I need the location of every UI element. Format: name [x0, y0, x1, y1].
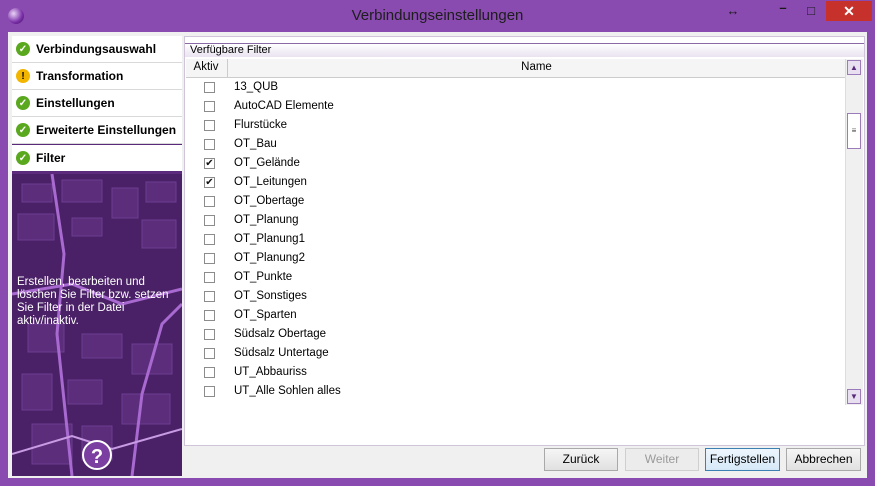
nav-item-label: Filter: [36, 151, 66, 165]
grid-empty-area: [186, 405, 863, 444]
vertical-scrollbar[interactable]: ▲ ≡ ▼: [845, 59, 863, 405]
nav-item-transformation[interactable]: ! Transformation: [12, 63, 182, 90]
group-title: Verfügbare Filter: [185, 43, 864, 57]
title-bar[interactable]: Verbindungseinstellungen ↔ – □ ✕: [0, 0, 875, 32]
nav-item-label: Einstellungen: [36, 96, 115, 110]
table-row[interactable]: OT_Punkte: [186, 268, 845, 287]
filter-rows: 13_QUB AutoCAD Elemente Flurstücke OT_Bau ✔ O…: [186, 78, 845, 398]
finish-button[interactable]: Fertigstellen: [705, 448, 780, 471]
table-row[interactable]: OT_Obertage: [186, 192, 845, 211]
filter-name: Südsalz Untertage: [234, 347, 329, 359]
aktiv-checkbox[interactable]: [204, 215, 215, 226]
help-button[interactable]: ?: [82, 440, 112, 470]
table-row[interactable]: OT_Planung2: [186, 249, 845, 268]
dialog-client: ✓ Verbindungsauswahl ! Transformation ✓ …: [8, 32, 867, 478]
dialog-window: Verbindungseinstellungen ↔ – □ ✕ ✓ Verbi…: [0, 0, 875, 486]
table-row[interactable]: UT_Alle Sohlen alles: [186, 382, 845, 398]
table-row[interactable]: Flurstücke: [186, 116, 845, 135]
table-row[interactable]: OT_Planung1: [186, 230, 845, 249]
filter-name: OT_Planung2: [234, 252, 305, 264]
filter-name: UT_Abbauriss: [234, 366, 307, 378]
table-row[interactable]: OT_Bau: [186, 135, 845, 154]
table-row[interactable]: UT_Abbauriss: [186, 363, 845, 382]
check-circle-icon: ✓: [16, 96, 30, 110]
filter-name: OT_Planung1: [234, 233, 305, 245]
aktiv-checkbox[interactable]: [204, 139, 215, 150]
filter-name: UT_Alle Sohlen alles: [234, 385, 341, 397]
nav-item-filter[interactable]: ✓ Filter: [12, 144, 182, 172]
aktiv-checkbox[interactable]: ✔: [204, 177, 215, 188]
filter-panel: Verfügbare Filter Aktiv Name 13_QUB AutoC…: [184, 36, 865, 446]
nav-item-label: Transformation: [36, 69, 124, 83]
aktiv-checkbox[interactable]: [204, 367, 215, 378]
filter-name: Südsalz Obertage: [234, 328, 327, 340]
column-header-name[interactable]: Name: [228, 61, 845, 73]
filter-name: AutoCAD Elemente: [234, 100, 334, 112]
aktiv-checkbox[interactable]: [204, 234, 215, 245]
aktiv-checkbox[interactable]: [204, 253, 215, 264]
table-row[interactable]: OT_Sparten: [186, 306, 845, 325]
filter-name: OT_Sparten: [234, 309, 297, 321]
table-row[interactable]: 13_QUB: [186, 78, 845, 97]
maximize-button[interactable]: □: [798, 1, 824, 21]
filter-name: OT_Leitungen: [234, 176, 307, 188]
step-description: Erstellen, bearbeiten und löschen Sie Fi…: [17, 276, 169, 327]
back-button[interactable]: Zurück: [544, 448, 618, 471]
close-button[interactable]: ✕: [826, 1, 872, 21]
nav-item-einstellungen[interactable]: ✓ Einstellungen: [12, 90, 182, 117]
check-circle-icon: ✓: [16, 42, 30, 56]
filter-name: OT_Obertage: [234, 195, 305, 207]
table-row[interactable]: ✔ OT_Leitungen: [186, 173, 845, 192]
table-row[interactable]: AutoCAD Elemente: [186, 97, 845, 116]
filter-name: OT_Punkte: [234, 271, 293, 283]
nav-item-verbindungsauswahl[interactable]: ✓ Verbindungsauswahl: [12, 36, 182, 63]
aktiv-checkbox[interactable]: [204, 310, 215, 321]
filter-name: OT_Gelände: [234, 157, 300, 169]
warning-circle-icon: !: [16, 69, 30, 83]
aktiv-checkbox[interactable]: [204, 291, 215, 302]
column-header-aktiv[interactable]: Aktiv: [186, 61, 226, 73]
filter-name: Flurstücke: [234, 119, 288, 131]
minimize-button[interactable]: –: [770, 0, 796, 18]
table-row[interactable]: ✔ OT_Gelände: [186, 154, 845, 173]
filter-name: OT_Planung: [234, 214, 299, 226]
filter-name: 13_QUB: [234, 81, 279, 93]
wizard-steps: ✓ Verbindungsauswahl ! Transformation ✓ …: [12, 36, 182, 174]
table-row[interactable]: OT_Sonstiges: [186, 287, 845, 306]
aktiv-checkbox[interactable]: [204, 329, 215, 340]
nav-item-label: Erweiterte Einstellungen: [36, 123, 177, 137]
check-circle-icon: ✓: [16, 123, 30, 137]
wizard-side-panel: ✓ Verbindungsauswahl ! Transformation ✓ …: [12, 36, 182, 476]
filter-grid: Aktiv Name 13_QUB AutoCAD Elemente Flurstü…: [186, 59, 863, 444]
table-row[interactable]: OT_Planung: [186, 211, 845, 230]
nav-item-erweiterte-einstellungen[interactable]: ✓ Erweiterte Einstellungen: [12, 117, 182, 144]
scroll-thumb[interactable]: ≡: [847, 113, 861, 149]
aktiv-checkbox[interactable]: [204, 348, 215, 359]
check-circle-icon: ✓: [16, 151, 30, 165]
grid-header: Aktiv Name: [186, 59, 845, 78]
aktiv-checkbox[interactable]: [204, 120, 215, 131]
next-button[interactable]: Weiter: [625, 448, 699, 471]
cancel-button[interactable]: Abbrechen: [786, 448, 861, 471]
table-row[interactable]: Südsalz Untertage: [186, 344, 845, 363]
aktiv-checkbox[interactable]: [204, 196, 215, 207]
nav-item-label: Verbindungsauswahl: [36, 42, 157, 56]
aktiv-checkbox[interactable]: [204, 386, 215, 397]
resize-icon[interactable]: ↔: [720, 1, 746, 21]
aktiv-checkbox[interactable]: ✔: [204, 158, 215, 169]
scroll-down-arrow-icon[interactable]: ▼: [847, 389, 861, 404]
table-row[interactable]: Südsalz Obertage: [186, 325, 845, 344]
aktiv-checkbox[interactable]: [204, 101, 215, 112]
filter-name: OT_Sonstiges: [234, 290, 307, 302]
filter-name: OT_Bau: [234, 138, 277, 150]
aktiv-checkbox[interactable]: [204, 272, 215, 283]
aktiv-checkbox[interactable]: [204, 82, 215, 93]
scroll-up-arrow-icon[interactable]: ▲: [847, 60, 861, 75]
